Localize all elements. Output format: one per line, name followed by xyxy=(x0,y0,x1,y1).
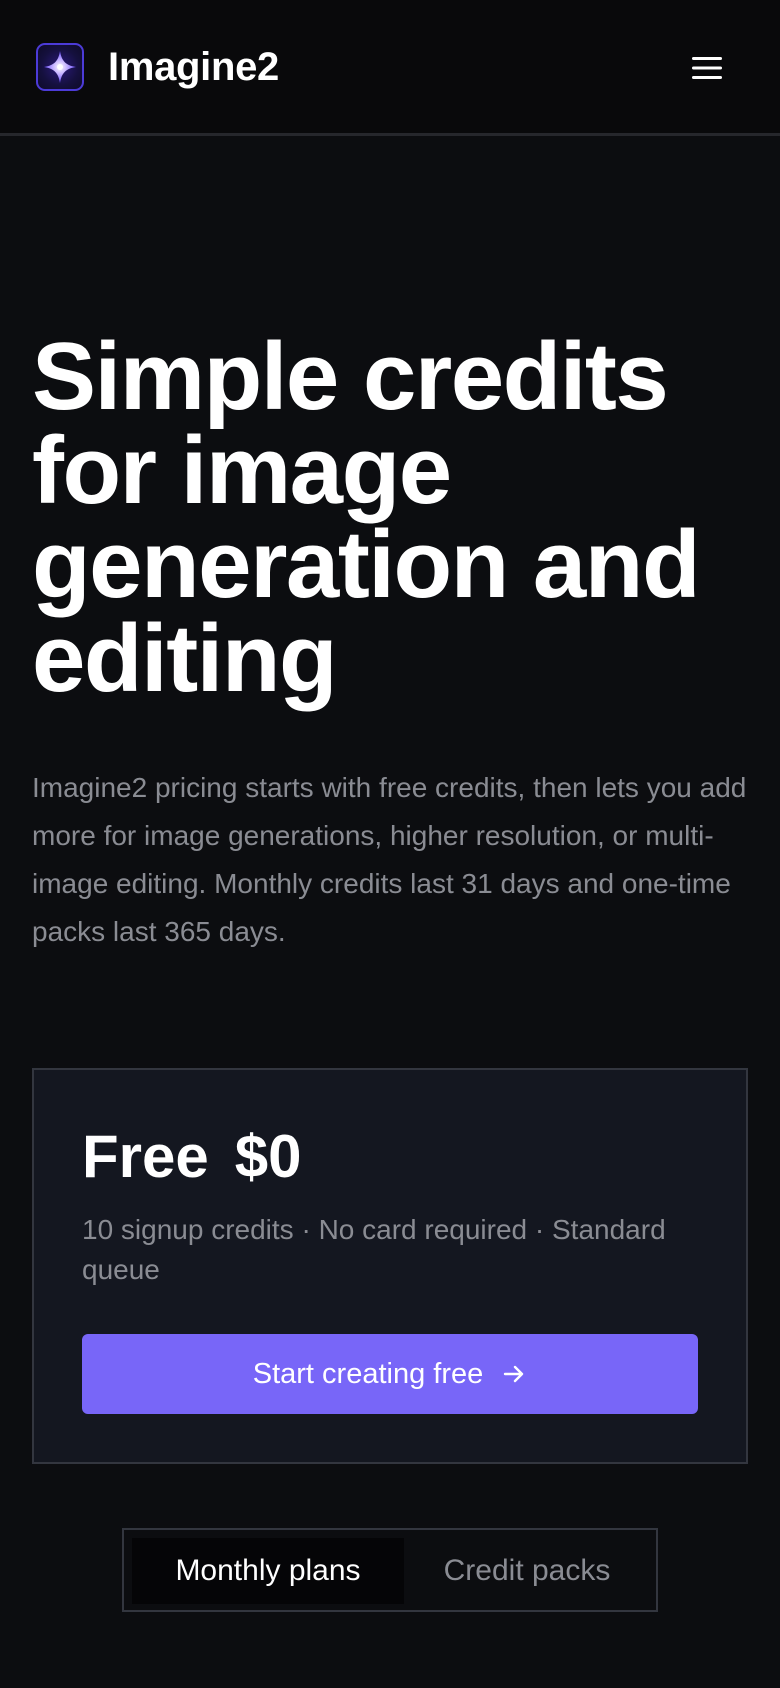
free-plan-heading: Free $0 xyxy=(82,1122,302,1192)
free-plan-card: Free $0 10 signup credits · No card requ… xyxy=(32,1068,748,1464)
cta-label: Start creating free xyxy=(252,1357,484,1390)
tab-monthly-plans[interactable]: Monthly plans xyxy=(132,1538,404,1604)
start-creating-free-button[interactable]: Start creating free xyxy=(82,1334,698,1414)
hamburger-menu-icon[interactable] xyxy=(682,46,726,90)
hero-title: Simple credits for image generation and … xyxy=(32,323,701,712)
hero-description: Imagine2 pricing starts with free credit… xyxy=(32,772,747,947)
brand-name[interactable]: Imagine2 xyxy=(108,42,279,92)
plan-type-toggle: Monthly plans Credit packs xyxy=(122,1528,658,1612)
plan-price: $0 xyxy=(234,1123,302,1190)
plan-name: Free xyxy=(82,1123,209,1190)
tab-credit-packs[interactable]: Credit packs xyxy=(404,1538,650,1604)
plan-features: 10 signup credits · No card required · S… xyxy=(82,1214,666,1285)
arrow-right-icon xyxy=(504,1365,524,1383)
sparkle-icon[interactable] xyxy=(36,43,84,91)
top-header: Imagine2 xyxy=(0,0,780,136)
